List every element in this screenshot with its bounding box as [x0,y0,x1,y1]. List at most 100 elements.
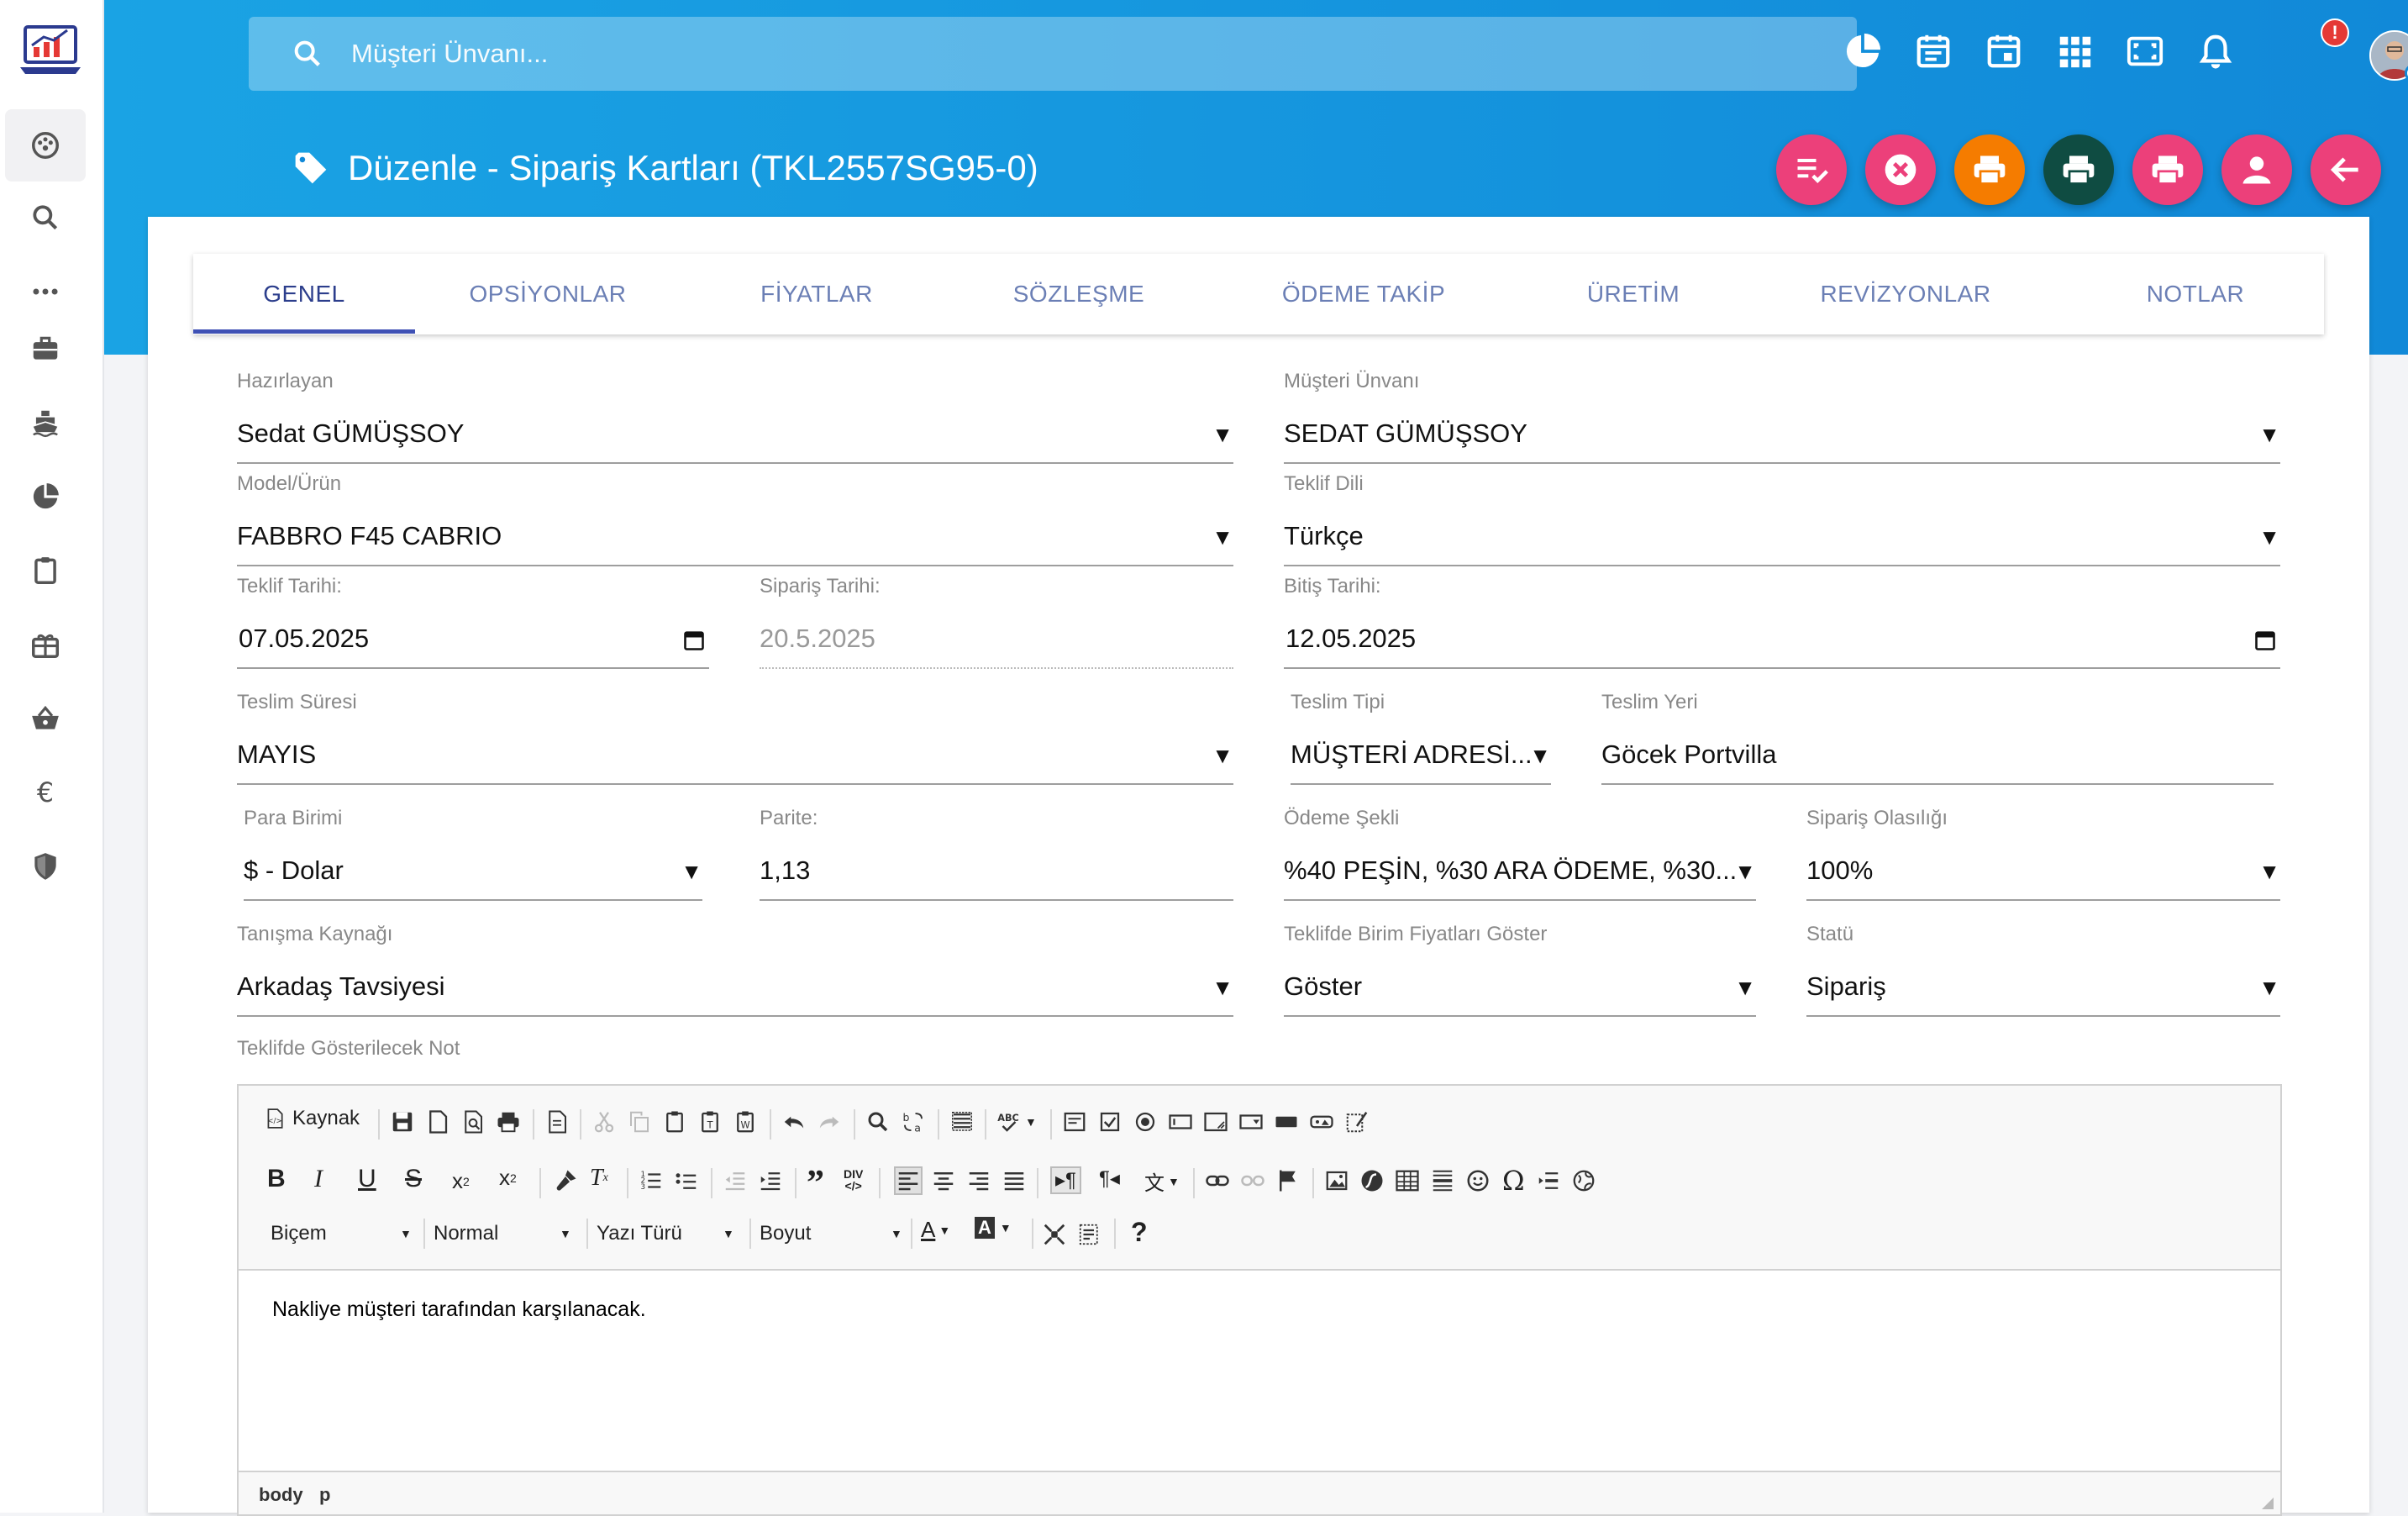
maximize-icon[interactable] [1042,1222,1067,1247]
indent-icon[interactable] [758,1168,783,1193]
subscript-button[interactable]: x2 [452,1168,470,1194]
bullet-list-icon[interactable] [674,1168,699,1193]
search-input[interactable] [350,38,1781,70]
tab-sozlesme[interactable]: SÖZLEŞME [953,254,1205,334]
paste-text-icon[interactable]: T [697,1109,723,1134]
radio-icon[interactable] [1133,1109,1158,1134]
sidebar-item-basket[interactable] [5,682,86,755]
page-break-icon[interactable] [1536,1168,1561,1193]
pie-chart-icon[interactable] [1843,32,1882,71]
undo-icon[interactable] [781,1109,807,1134]
select-all-icon[interactable] [949,1109,975,1134]
hazirlayan-select[interactable]: Hazırlayan Sedat GÜMÜŞSOY ▼ [237,370,1233,467]
logo-icon[interactable] [18,22,82,81]
tab-notlar[interactable]: NOTLAR [2067,254,2324,334]
teklif-tarihi-input[interactable]: Teklif Tarihi: 07.05.2025 [237,575,709,672]
button-field-icon[interactable] [1274,1109,1299,1134]
cut-icon[interactable] [591,1109,617,1134]
print-button-2[interactable] [2043,134,2114,205]
show-blocks-icon[interactable] [1077,1222,1102,1247]
print-button-1[interactable] [1954,134,2025,205]
horizontal-rule-icon[interactable] [1430,1168,1455,1193]
checkbox-icon[interactable] [1097,1109,1123,1134]
language-button[interactable]: 文 ▼ [1144,1166,1180,1196]
format-select[interactable]: Biçem ▼ [271,1222,413,1245]
justify-icon[interactable] [1002,1168,1027,1193]
sidebar-item-dashboard[interactable] [5,109,86,182]
tab-fiyatlar[interactable]: FİYATLAR [681,254,953,334]
copy-format-icon[interactable] [553,1168,578,1193]
teklif-dili-select[interactable]: Teklif Dili Türkçe ▼ [1284,472,2280,570]
iframe-globe-icon[interactable] [1571,1168,1596,1193]
resize-handle-icon[interactable] [2258,1494,2275,1511]
sidebar-item-gift[interactable] [5,608,86,681]
sidebar-item-finance[interactable]: € [5,756,86,829]
bold-button[interactable]: B [267,1165,286,1193]
tab-opsiyonlar[interactable]: OPSİYONLAR [415,254,681,334]
form-icon[interactable] [1062,1109,1087,1134]
blockquote-button[interactable]: ” [807,1163,824,1203]
link-icon[interactable] [1205,1168,1230,1193]
calendar-icon[interactable] [1985,32,2023,71]
font-select[interactable]: Yazı Türü ▼ [597,1222,748,1245]
siparis-olasiligi-select[interactable]: Sipariş Olasılığı 100% ▼ [1806,807,2280,904]
model-select[interactable]: Model/Ürün FABBRO F45 CABRIO ▼ [237,472,1233,570]
tanisma-kaynagi-select[interactable]: Tanışma Kaynağı Arkadaş Tavsiyesi ▼ [237,923,1233,1020]
sidebar-item-search[interactable] [5,182,86,254]
select-field-icon[interactable] [1238,1109,1264,1134]
text-color-button[interactable]: A ▼ [921,1217,950,1243]
strike-button[interactable]: S [405,1165,422,1193]
textfield-icon[interactable] [1168,1109,1193,1134]
tab-genel[interactable]: GENEL [193,254,415,334]
table-icon[interactable] [1395,1168,1420,1193]
copy-icon[interactable] [627,1109,652,1134]
paste-word-icon[interactable]: W [733,1109,758,1134]
bell-icon[interactable] [2196,32,2235,71]
numbered-list-icon[interactable]: 123 [639,1168,664,1193]
bitis-tarihi-input[interactable]: Bitiş Tarihi: 12.05.2025 [1284,575,2280,672]
birim-fiyat-select[interactable]: Teklifde Birim Fiyatları Göster Göster ▼ [1284,923,1756,1020]
tab-odeme-takip[interactable]: ÖDEME TAKİP [1205,254,1522,334]
image-button-icon[interactable] [1309,1109,1334,1134]
redo-icon[interactable] [817,1109,842,1134]
tab-revizyonlar[interactable]: REVİZYONLAR [1744,254,2067,334]
spellcheck-button[interactable]: ABC ▼ [996,1109,1037,1134]
size-select[interactable]: Boyut ▼ [760,1222,902,1245]
fullscreen-icon[interactable] [2126,32,2164,71]
search-bar[interactable] [249,17,1857,91]
source-button[interactable]: </> Kaynak [264,1106,360,1131]
preview-icon[interactable] [460,1109,486,1134]
align-left-icon[interactable] [894,1166,923,1195]
calendar-list-icon[interactable] [1914,32,1953,71]
find-icon[interactable] [865,1109,891,1134]
musteri-select[interactable]: Müşteri Ünvanı SEDAT GÜMÜŞSOY ▼ [1284,370,2280,467]
sidebar-item-security[interactable] [5,830,86,903]
teslim-tipi-select[interactable]: Teslim Tipi MÜŞTERİ ADRESİ... ▼ [1291,691,1551,788]
print-button-3[interactable] [2132,134,2203,205]
templates-icon[interactable] [544,1109,570,1134]
save-icon[interactable] [390,1109,415,1134]
back-button[interactable] [2311,134,2381,205]
align-center-icon[interactable] [931,1168,956,1193]
outdent-icon[interactable] [723,1168,748,1193]
path-body[interactable]: body [259,1484,303,1506]
image-icon[interactable] [1324,1168,1349,1193]
calendar-icon[interactable] [682,629,706,652]
remove-format-button[interactable]: Tx [590,1165,608,1192]
ltr-button[interactable]: ▸¶ [1050,1166,1081,1194]
statu-select[interactable]: Statü Sipariş ▼ [1806,923,2280,1020]
replace-icon[interactable]: ba [901,1109,926,1134]
path-p[interactable]: p [319,1484,330,1506]
para-birimi-select[interactable]: Para Birimi $ - Dolar ▼ [244,807,702,904]
sidebar-item-ship[interactable] [5,387,86,459]
bg-color-button[interactable]: A ▼ [975,1217,1012,1239]
print-icon[interactable] [496,1109,521,1134]
superscript-button[interactable]: x2 [499,1165,517,1191]
calendar-icon[interactable] [2253,629,2277,652]
new-page-icon[interactable] [425,1109,450,1134]
special-char-button[interactable]: Ω [1502,1165,1525,1197]
paste-icon[interactable] [662,1109,687,1134]
rtl-button[interactable]: ¶◂ [1099,1166,1120,1191]
underline-button[interactable]: U [358,1165,376,1193]
parite-input[interactable]: Parite: 1,13 [760,807,1233,904]
